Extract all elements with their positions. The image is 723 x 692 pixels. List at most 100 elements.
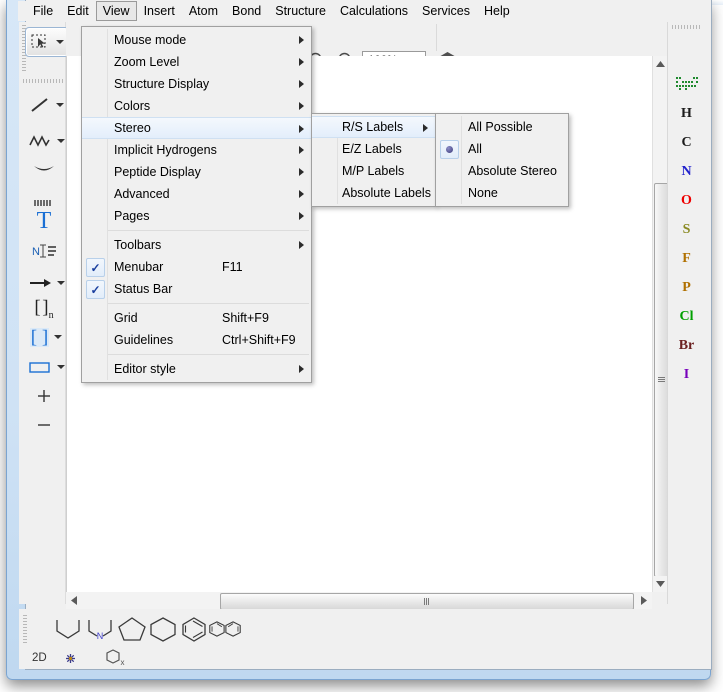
menu-item-m-p-labels[interactable]: M/P Labels <box>312 160 435 182</box>
triangle-left-icon <box>71 596 77 605</box>
menu-item-stereo[interactable]: Stereo <box>82 117 311 139</box>
checkmark-icon: ✓ <box>86 280 105 299</box>
ring-toolbar: N <box>19 609 705 649</box>
menu-item-implicit-hydrogens[interactable]: Implicit Hydrogens <box>82 139 311 161</box>
text-T-icon: T <box>37 209 52 233</box>
menubar-item-view[interactable]: View <box>96 1 137 21</box>
chain-tool[interactable] <box>25 126 67 156</box>
chevron-down-icon[interactable] <box>57 365 65 369</box>
clean-structure-icon: x <box>106 649 126 667</box>
svg-text:x: x <box>120 658 124 667</box>
menu-item-advanced[interactable]: Advanced <box>82 183 311 205</box>
menu-item-grid[interactable]: GridShift+F9 <box>82 307 311 329</box>
chevron-down-icon[interactable] <box>54 335 62 339</box>
menubar-item-file[interactable]: File <box>26 1 60 21</box>
menubar-item-atom[interactable]: Atom <box>182 1 225 21</box>
vertical-scrollbar[interactable] <box>652 56 668 592</box>
scroll-up-button[interactable] <box>653 56 668 72</box>
menu-bar: FileEditViewInsertAtomBondStructureCalcu… <box>18 1 705 21</box>
menu-item-structure-display[interactable]: Structure Display <box>82 73 311 95</box>
menu-item-mouse-mode[interactable]: Mouse mode <box>82 29 311 51</box>
rectangle-tool[interactable] <box>25 352 67 382</box>
menu-item-status-bar[interactable]: ✓Status Bar <box>82 278 311 300</box>
naphthalene-ring-button[interactable] <box>208 614 242 644</box>
chevron-down-icon[interactable] <box>56 103 64 107</box>
element-button-cl[interactable]: Cl <box>668 303 705 331</box>
menubar-item-help[interactable]: Help <box>477 1 517 21</box>
menu-item-toolbars[interactable]: Toolbars <box>82 234 311 256</box>
menu-item-menubar[interactable]: ✓MenubarF11 <box>82 256 311 278</box>
chevron-down-icon[interactable] <box>57 139 65 143</box>
element-button-s[interactable]: S <box>668 216 705 244</box>
text-tool[interactable]: T <box>27 206 61 236</box>
pyrrole-ring-button[interactable]: N <box>83 614 117 644</box>
scroll-down-button[interactable] <box>653 576 668 592</box>
element-button-br[interactable]: Br <box>668 332 705 360</box>
menu-item-pages[interactable]: Pages <box>82 205 311 227</box>
menu-item-peptide-display[interactable]: Peptide Display <box>82 161 311 183</box>
toolbar-grip[interactable] <box>23 615 27 643</box>
menu-item-label: Structure Display <box>114 77 209 91</box>
scroll-right-button[interactable] <box>636 592 652 609</box>
menubar-item-edit[interactable]: Edit <box>60 1 96 21</box>
submenu-arrow-icon <box>299 241 304 249</box>
element-button-f[interactable]: F <box>668 245 705 273</box>
scroll-left-button[interactable] <box>66 592 82 609</box>
menu-item-zoom-level[interactable]: Zoom Level <box>82 51 311 73</box>
menu-item-absolute-labels[interactable]: Absolute Labels <box>312 182 435 204</box>
menu-item-e-z-labels[interactable]: E/Z Labels <box>312 138 435 160</box>
menubar-item-bond[interactable]: Bond <box>225 1 268 21</box>
menu-item-label: Stereo <box>114 121 151 135</box>
element-button-h[interactable]: H <box>668 100 705 128</box>
hexagon-icon <box>148 616 178 642</box>
menubar-item-structure[interactable]: Structure <box>268 1 333 21</box>
menu-item-colors[interactable]: Colors <box>82 95 311 117</box>
status-bar: 2D x <box>19 647 705 669</box>
menu-item-editor-style[interactable]: Editor style <box>82 358 311 380</box>
toolbar-grip-2[interactable] <box>23 79 65 83</box>
menu-item-all[interactable]: All <box>436 138 568 160</box>
cyclohexane-ring-button[interactable] <box>146 614 180 644</box>
element-button-n[interactable]: N <box>668 158 705 186</box>
horizontal-scrollbar-thumb[interactable] <box>220 593 634 610</box>
plus-icon <box>36 388 52 404</box>
reaction-arrow-tool[interactable] <box>25 268 67 298</box>
element-button-o[interactable]: O <box>668 187 705 215</box>
toolbar-grip[interactable] <box>672 25 700 29</box>
menubar-item-services[interactable]: Services <box>415 1 477 21</box>
menu-item-none[interactable]: None <box>436 182 568 204</box>
minus-icon <box>36 417 52 433</box>
decrease-charge-tool[interactable] <box>27 410 61 440</box>
triangle-right-icon <box>641 596 647 605</box>
chevron-down-icon[interactable] <box>56 40 64 44</box>
brackets-tool[interactable]: [ ] <box>25 322 67 352</box>
triangle-up-icon <box>656 61 665 67</box>
element-button-p[interactable]: P <box>668 274 705 302</box>
single-bond-tool[interactable] <box>25 90 67 120</box>
element-button-i[interactable]: I <box>668 361 705 389</box>
selection-tool[interactable] <box>25 27 69 57</box>
menu-item-r-s-labels[interactable]: R/S Labels <box>312 116 435 138</box>
menu-item-shortcut: F11 <box>222 260 243 274</box>
menu-item-guidelines[interactable]: GuidelinesCtrl+Shift+F9 <box>82 329 311 351</box>
chevron-down-icon[interactable] <box>57 281 65 285</box>
menubar-item-insert[interactable]: Insert <box>137 1 182 21</box>
atom-label-tool[interactable]: N <box>27 236 61 266</box>
menubar-item-calculations[interactable]: Calculations <box>333 1 415 21</box>
element-button-c[interactable]: C <box>668 129 705 157</box>
cyclopentane-ring-button[interactable] <box>51 614 85 644</box>
horizontal-scrollbar[interactable] <box>66 592 652 609</box>
triangle-down-icon <box>656 581 665 587</box>
submenu-arrow-icon <box>299 146 304 154</box>
menu-item-all-possible[interactable]: All Possible <box>436 116 568 138</box>
clean-structure-button[interactable]: x <box>106 649 126 667</box>
periodic-table-icon <box>676 77 698 91</box>
benzene-ring-button[interactable] <box>177 614 211 644</box>
lasso-select-icon <box>31 34 51 50</box>
increase-charge-tool[interactable] <box>27 381 61 411</box>
periodic-table-button[interactable] <box>668 70 705 98</box>
arc-tool[interactable] <box>27 154 61 184</box>
chirality-indicator[interactable] <box>65 653 76 664</box>
menu-item-absolute-stereo[interactable]: Absolute Stereo <box>436 160 568 182</box>
pentagon-ring-button[interactable] <box>115 614 149 644</box>
